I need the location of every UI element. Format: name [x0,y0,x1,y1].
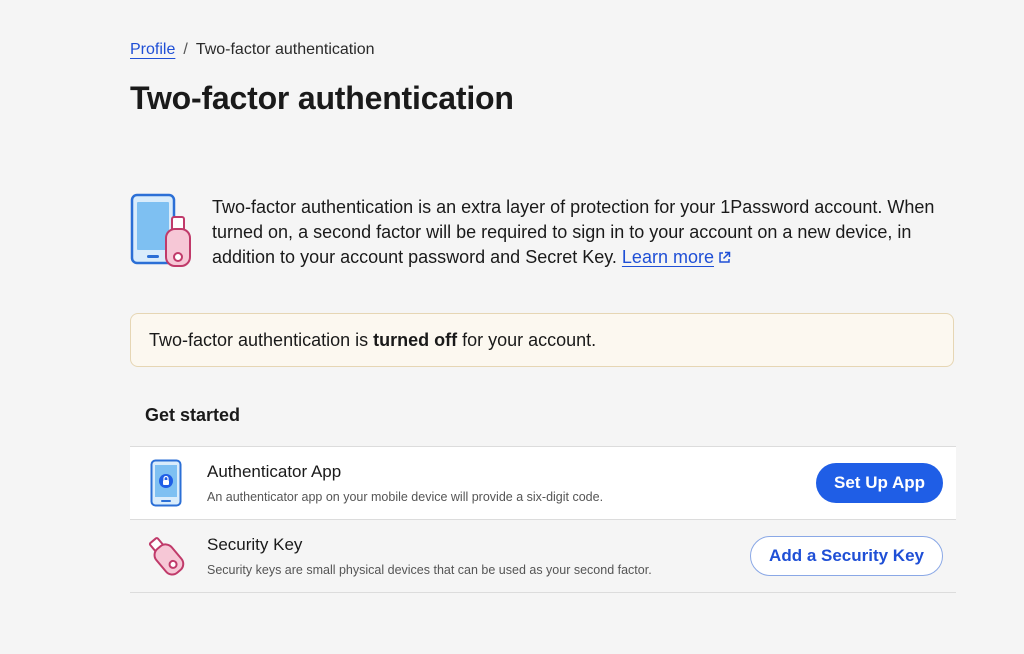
breadcrumb: Profile / Two-factor authentication [130,41,375,59]
page: Profile / Two-factor authentication Two-… [0,0,1024,654]
page-title: Two-factor authentication [130,80,514,116]
device-and-key-icon [130,193,191,267]
breadcrumb-current: Two-factor authentication [195,41,375,58]
method-authenticator-app: Authenticator App An authenticator app o… [130,447,956,520]
intro-description: Two-factor authentication is an extra la… [212,197,935,267]
section-title: Get started [145,405,241,425]
status-emphasis: turned off [373,329,458,350]
learn-more-link[interactable]: Learn more [622,247,714,267]
method-security-key: Security Key Security keys are small phy… [130,520,956,593]
usb-key-icon-svg [148,537,185,576]
status-notice: Two-factor authentication is turned off … [130,313,954,367]
usb-key-icon [142,531,190,581]
add-security-key-button[interactable]: Add a Security Key [750,536,943,576]
status-prefix: Two-factor authentication is [149,329,374,350]
intro-text: Two-factor authentication is an extra la… [212,195,956,270]
external-link-icon [719,251,731,263]
phone-lock-icon [142,458,190,508]
breadcrumb-profile-link[interactable]: Profile [130,41,175,59]
set-up-app-button[interactable]: Set Up App [816,463,943,503]
intro-section: Two-factor authentication is an extra la… [130,193,956,270]
breadcrumb-separator: / [183,41,188,58]
methods-list: Authenticator App An authenticator app o… [130,446,956,593]
phone-lock-icon-svg [150,459,182,507]
status-suffix: for your account. [457,329,597,350]
status-text: Two-factor authentication is turned off … [149,330,596,351]
